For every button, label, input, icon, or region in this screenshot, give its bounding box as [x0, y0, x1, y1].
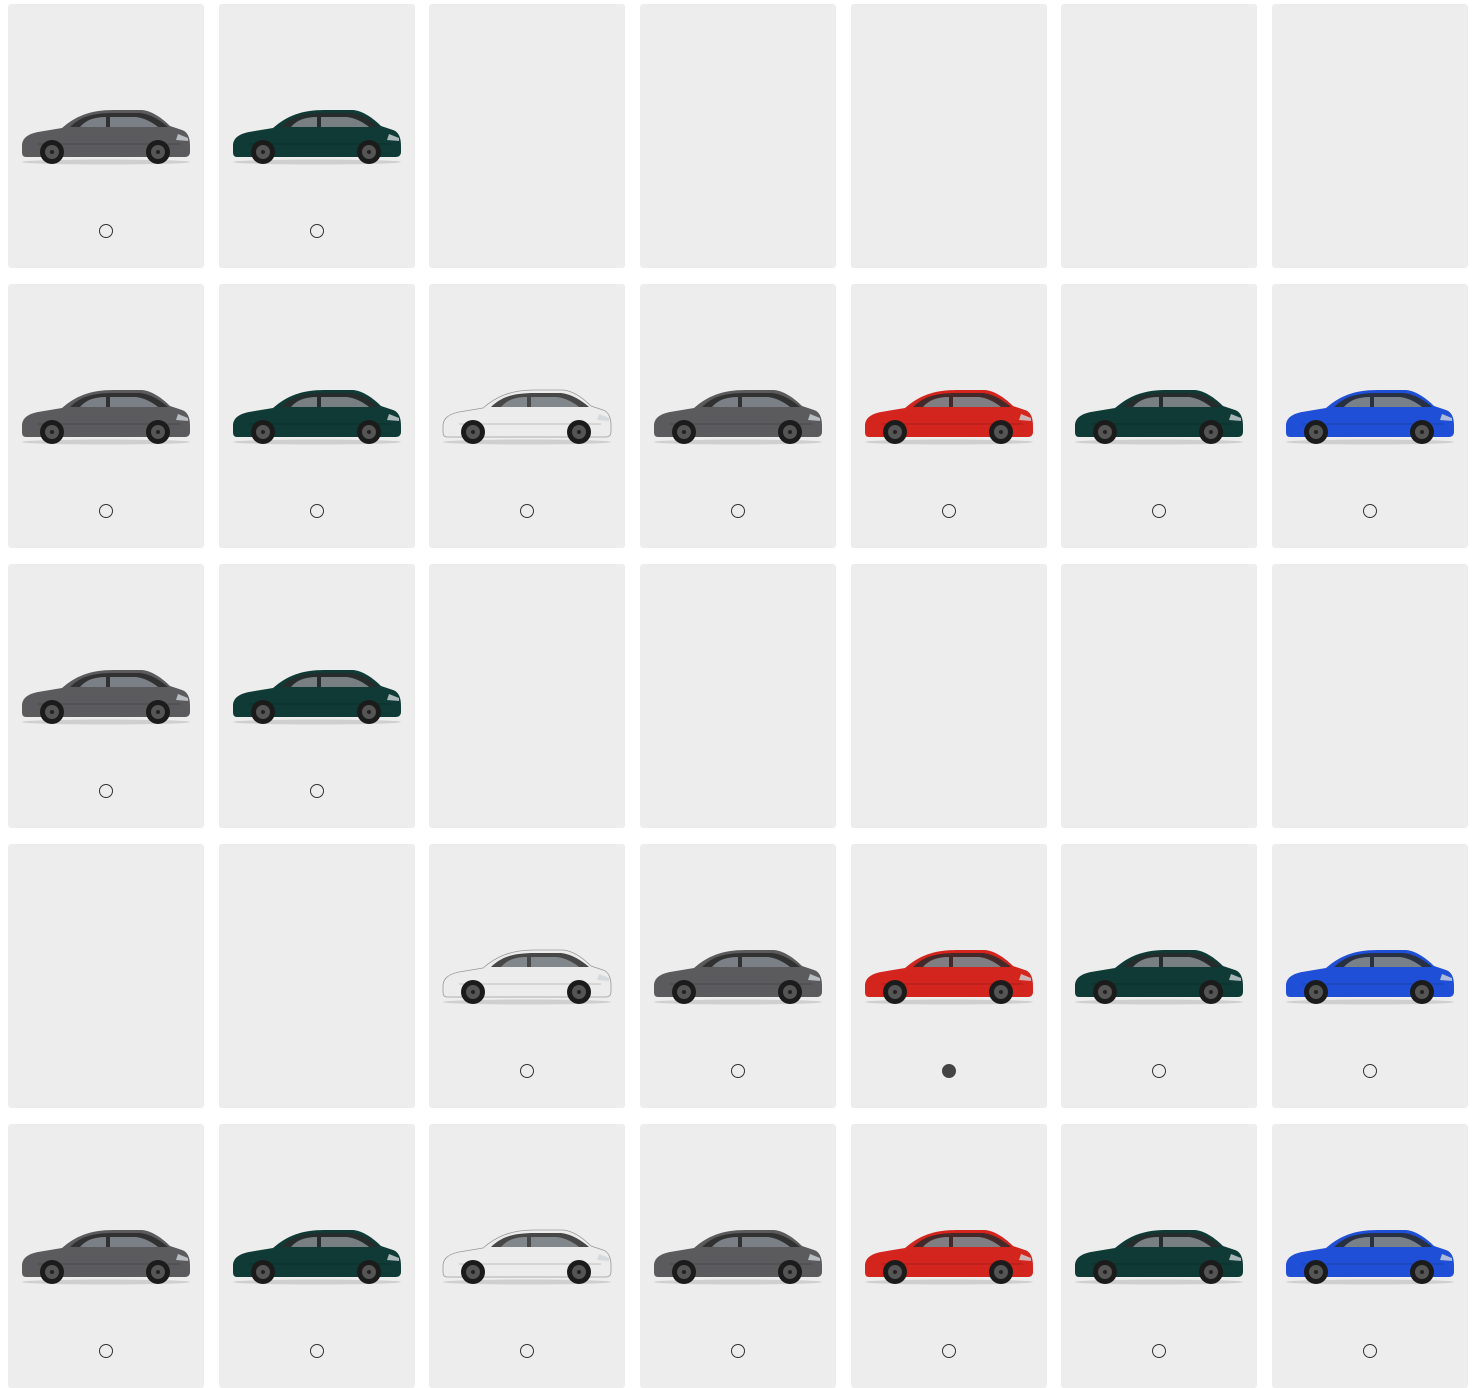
empty-tile [1272, 564, 1469, 828]
car-side-icon [864, 1230, 1033, 1285]
color-variant-tile[interactable] [640, 284, 837, 548]
radio-option[interactable] [1152, 1064, 1167, 1078]
color-variant-tile[interactable] [8, 564, 204, 828]
radio-option[interactable] [731, 504, 746, 518]
color-variant-tile[interactable] [8, 4, 204, 268]
empty-tile [1061, 4, 1258, 268]
car-side-icon [22, 1230, 190, 1285]
color-variant-tile[interactable] [429, 284, 626, 548]
car-side-icon [864, 390, 1033, 445]
radio-option[interactable] [1152, 1344, 1167, 1358]
radio-option[interactable] [309, 784, 324, 798]
color-variant-tile[interactable] [1061, 844, 1258, 1108]
radio-option[interactable] [1152, 504, 1167, 518]
radio-option[interactable] [731, 1064, 746, 1078]
radio-option[interactable] [520, 1344, 535, 1358]
color-variant-tile[interactable] [1061, 1124, 1258, 1388]
car-side-icon [22, 390, 190, 445]
color-variant-tile[interactable] [850, 284, 1047, 548]
car-side-icon [654, 1230, 823, 1285]
color-variant-tile[interactable] [429, 844, 626, 1108]
car-side-icon [442, 1229, 612, 1285]
color-variant-tile[interactable] [218, 1124, 415, 1388]
empty-tile [1061, 564, 1258, 828]
radio-option-selected[interactable] [941, 1064, 956, 1078]
car-side-icon [232, 670, 401, 725]
radio-option[interactable] [309, 504, 324, 518]
car-side-icon [1075, 390, 1244, 445]
radio-option[interactable] [520, 1064, 535, 1078]
radio-option[interactable] [941, 1344, 956, 1358]
radio-option[interactable] [1363, 1344, 1378, 1358]
car-side-icon [1075, 950, 1244, 1005]
radio-option[interactable] [99, 504, 113, 518]
car-side-icon [1075, 1230, 1244, 1285]
color-variant-tile[interactable] [850, 844, 1047, 1108]
color-variant-tile[interactable] [1061, 284, 1258, 548]
empty-tile [640, 4, 837, 268]
radio-option[interactable] [731, 1344, 746, 1358]
radio-option[interactable] [941, 504, 956, 518]
empty-tile [429, 564, 626, 828]
car-side-icon [232, 390, 401, 445]
radio-option[interactable] [1363, 1064, 1378, 1078]
color-variant-tile[interactable] [429, 1124, 626, 1388]
empty-tile [218, 844, 415, 1108]
radio-option[interactable] [1363, 504, 1378, 518]
color-variant-tile[interactable] [218, 564, 415, 828]
car-side-icon [232, 1230, 401, 1285]
empty-tile [1272, 4, 1469, 268]
color-variant-tile[interactable] [218, 284, 415, 548]
car-side-icon [1286, 1230, 1455, 1285]
empty-tile [8, 844, 204, 1108]
radio-option[interactable] [99, 224, 113, 238]
car-side-icon [22, 670, 190, 725]
car-side-icon [654, 390, 823, 445]
color-variant-tile[interactable] [640, 1124, 837, 1388]
radio-option[interactable] [99, 1344, 113, 1358]
car-side-icon [442, 389, 612, 445]
car-side-icon [22, 110, 190, 165]
radio-option[interactable] [520, 504, 535, 518]
empty-tile [429, 4, 626, 268]
car-side-icon [1286, 950, 1455, 1005]
radio-option[interactable] [309, 224, 324, 238]
color-variant-tile[interactable] [1272, 844, 1469, 1108]
empty-tile [640, 564, 837, 828]
car-side-icon [864, 950, 1033, 1005]
color-variant-grid [8, 4, 1469, 1388]
color-variant-tile[interactable] [218, 4, 415, 268]
color-variant-tile[interactable] [1272, 1124, 1469, 1388]
car-side-icon [232, 110, 401, 165]
color-variant-tile[interactable] [1272, 284, 1469, 548]
car-side-icon [654, 950, 823, 1005]
empty-tile [850, 4, 1047, 268]
color-variant-tile[interactable] [8, 1124, 204, 1388]
color-variant-tile[interactable] [8, 284, 204, 548]
radio-option[interactable] [99, 784, 113, 798]
empty-tile [850, 564, 1047, 828]
car-side-icon [1286, 390, 1455, 445]
color-variant-tile[interactable] [850, 1124, 1047, 1388]
color-variant-tile[interactable] [640, 844, 837, 1108]
car-side-icon [442, 949, 612, 1005]
radio-option[interactable] [309, 1344, 324, 1358]
